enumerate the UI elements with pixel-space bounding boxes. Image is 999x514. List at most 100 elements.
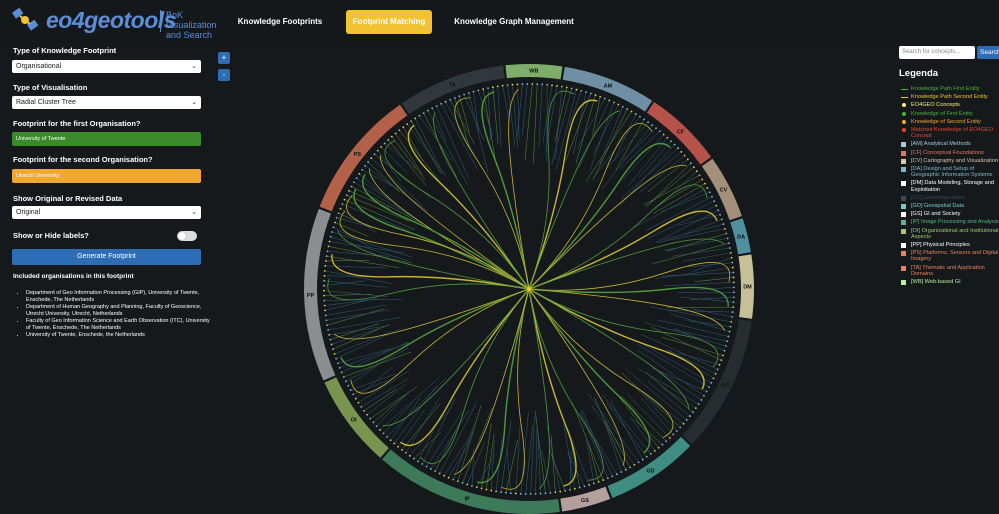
tree-node[interactable] xyxy=(456,480,459,483)
tree-node[interactable] xyxy=(541,83,544,86)
tree-node[interactable] xyxy=(472,90,475,93)
search-button[interactable]: Search xyxy=(977,46,999,59)
tree-node[interactable] xyxy=(560,85,563,88)
generate-footprint-button[interactable]: Generate Footprint xyxy=(12,249,201,265)
tree-node[interactable] xyxy=(360,405,363,408)
tree-node[interactable] xyxy=(711,195,713,198)
tree-node[interactable] xyxy=(712,377,715,380)
tree-node[interactable] xyxy=(729,251,732,254)
tree-node[interactable] xyxy=(326,250,329,253)
tree-node[interactable] xyxy=(329,338,332,341)
tree-node[interactable] xyxy=(347,384,350,387)
tree-node[interactable] xyxy=(629,466,631,469)
tree-node[interactable] xyxy=(410,120,413,123)
tree-node[interactable] xyxy=(720,218,723,221)
tree-node[interactable] xyxy=(679,426,682,429)
tree-node[interactable] xyxy=(688,415,691,417)
tree-node[interactable] xyxy=(714,372,717,375)
tree-node[interactable] xyxy=(710,381,713,384)
tree-node[interactable] xyxy=(461,482,464,484)
tree-node[interactable] xyxy=(570,87,573,90)
tree-node[interactable] xyxy=(324,265,327,267)
tree-node[interactable] xyxy=(573,487,576,490)
tree-node[interactable] xyxy=(691,411,694,414)
tree-node[interactable] xyxy=(337,212,340,215)
tree-node[interactable] xyxy=(733,286,735,289)
tree-node[interactable] xyxy=(621,105,624,108)
tree-node[interactable] xyxy=(713,200,716,203)
tree-node[interactable] xyxy=(728,247,731,249)
tree-node[interactable] xyxy=(700,399,703,401)
tree-node[interactable] xyxy=(686,158,689,161)
tree-node[interactable] xyxy=(726,237,729,240)
tree-node[interactable] xyxy=(634,113,637,115)
tree-node[interactable] xyxy=(453,97,456,99)
tree-node[interactable] xyxy=(655,127,657,130)
tree-node[interactable] xyxy=(716,368,719,371)
tree-node[interactable] xyxy=(357,401,360,404)
tree-node[interactable] xyxy=(339,207,342,210)
tree-node[interactable] xyxy=(348,189,350,192)
tree-node[interactable] xyxy=(475,486,478,489)
tree-node[interactable] xyxy=(431,107,434,110)
tree-node[interactable] xyxy=(661,443,664,446)
tree-node[interactable] xyxy=(585,91,587,93)
tree-node[interactable] xyxy=(382,432,385,435)
tree-node[interactable] xyxy=(683,154,686,157)
tree-node[interactable] xyxy=(324,314,327,317)
tree-node[interactable] xyxy=(731,261,734,264)
tree-node[interactable] xyxy=(352,393,355,396)
tree-node[interactable] xyxy=(594,94,597,96)
tree-node[interactable] xyxy=(593,482,595,485)
tree-node[interactable] xyxy=(617,103,620,106)
tree-node[interactable] xyxy=(578,486,581,489)
tree-node[interactable] xyxy=(361,168,364,171)
tree-node[interactable] xyxy=(438,472,441,475)
tree-node[interactable] xyxy=(723,349,726,352)
tree-node[interactable] xyxy=(323,274,326,277)
tree-node[interactable] xyxy=(673,143,676,146)
tree-node[interactable] xyxy=(414,117,417,120)
tree-node[interactable] xyxy=(335,357,338,360)
tree-node[interactable] xyxy=(727,242,730,245)
zoom-in-button[interactable]: + xyxy=(218,52,230,64)
tree-node[interactable] xyxy=(325,319,328,322)
tree-node[interactable] xyxy=(323,284,325,287)
tree-node[interactable] xyxy=(633,463,636,466)
tree-node[interactable] xyxy=(328,333,331,336)
tree-node[interactable] xyxy=(509,492,512,495)
tree-node[interactable] xyxy=(620,471,623,473)
nav-knowledge-footprints[interactable]: Knowledge Footprints xyxy=(232,10,328,34)
footprint-type-select[interactable]: Organisational ⌄ xyxy=(12,60,201,73)
tree-node[interactable] xyxy=(485,488,488,491)
tree-node[interactable] xyxy=(589,92,592,95)
tree-node[interactable] xyxy=(722,223,725,225)
tree-node[interactable] xyxy=(615,473,618,476)
tree-node[interactable] xyxy=(534,492,537,495)
tree-node[interactable] xyxy=(480,487,483,490)
tree-node[interactable] xyxy=(449,98,452,101)
tree-node[interactable] xyxy=(323,269,326,272)
radial-cluster-tree[interactable]: WB AM CF CV DA DM GC GD GS IP OI PP PS TA xyxy=(298,62,760,514)
tree-node[interactable] xyxy=(606,477,609,480)
tree-node[interactable] xyxy=(719,213,721,216)
tree-node[interactable] xyxy=(703,394,705,397)
tree-node[interactable] xyxy=(611,475,614,478)
tree-node[interactable] xyxy=(653,449,656,452)
tree-node[interactable] xyxy=(477,89,480,92)
tree-node[interactable] xyxy=(342,375,345,378)
tree-node[interactable] xyxy=(675,430,678,432)
tree-node[interactable] xyxy=(519,492,522,495)
tree-node[interactable] xyxy=(334,221,336,224)
tree-node[interactable] xyxy=(349,389,352,391)
tree-node[interactable] xyxy=(565,86,568,89)
tree-node[interactable] xyxy=(708,386,710,389)
tree-node[interactable] xyxy=(551,84,553,87)
tree-node[interactable] xyxy=(544,492,547,495)
tree-node[interactable] xyxy=(703,182,706,185)
tree-node[interactable] xyxy=(379,428,381,431)
tree-node[interactable] xyxy=(417,460,419,463)
tree-node[interactable] xyxy=(364,164,367,167)
tree-node[interactable] xyxy=(730,256,733,259)
tree-node[interactable] xyxy=(705,390,708,393)
